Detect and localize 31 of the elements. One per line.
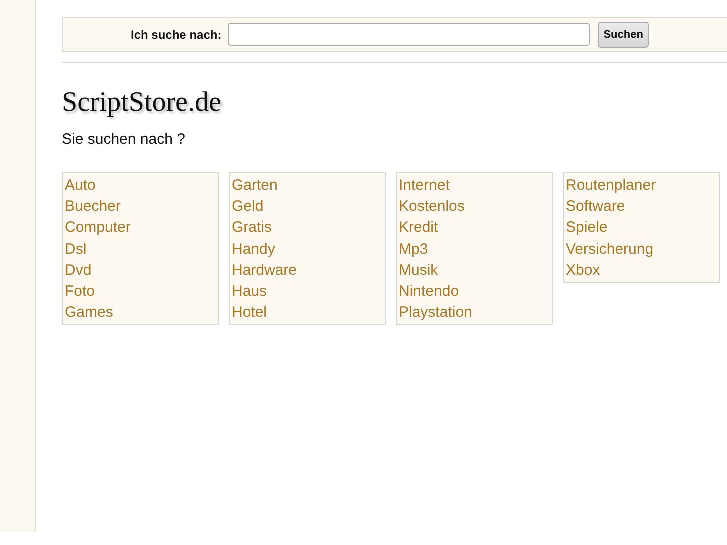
category-link[interactable]: Games [65,302,114,324]
category-link[interactable]: Gratis [232,217,272,239]
category-link[interactable]: Software [566,196,626,218]
category-link[interactable]: Haus [232,281,268,302]
search-label: Ich suche nach: [131,28,222,42]
prompt-text: Sie suchen nach ? [62,131,186,149]
category-link[interactable]: Versicherung [566,238,654,260]
category-link[interactable]: Computer [65,217,131,239]
category-link[interactable]: Auto [65,175,96,196]
category-link[interactable]: Kostenlos [399,196,465,218]
category-link[interactable]: Handy [232,238,276,260]
category-link[interactable]: Spiele [566,217,608,239]
category-link[interactable]: Xbox [566,260,600,282]
search-field[interactable] [228,23,590,46]
category-link[interactable]: Musik [399,260,438,282]
category-link[interactable]: Garten [232,175,278,196]
category-link[interactable]: Nintendo [399,281,460,302]
category-link[interactable]: Playstation [399,302,472,324]
category-link[interactable]: Dvd [65,260,92,282]
category-link[interactable]: Internet [399,175,450,196]
search-button[interactable]: Suchen [598,22,650,48]
category-link[interactable]: Kredit [399,217,438,239]
category-link[interactable]: Foto [65,281,96,302]
category-link[interactable]: Hardware [232,260,298,282]
category-link[interactable]: Mp3 [399,238,428,260]
category-link[interactable]: Routenplaner [566,175,656,196]
category-link[interactable]: Hotel [232,302,268,324]
category-link[interactable]: Buecher [65,196,121,218]
category-link[interactable]: Dsl [65,238,87,260]
site-logo: ScriptStore.de [62,87,222,119]
category-link[interactable]: Geld [232,196,264,218]
